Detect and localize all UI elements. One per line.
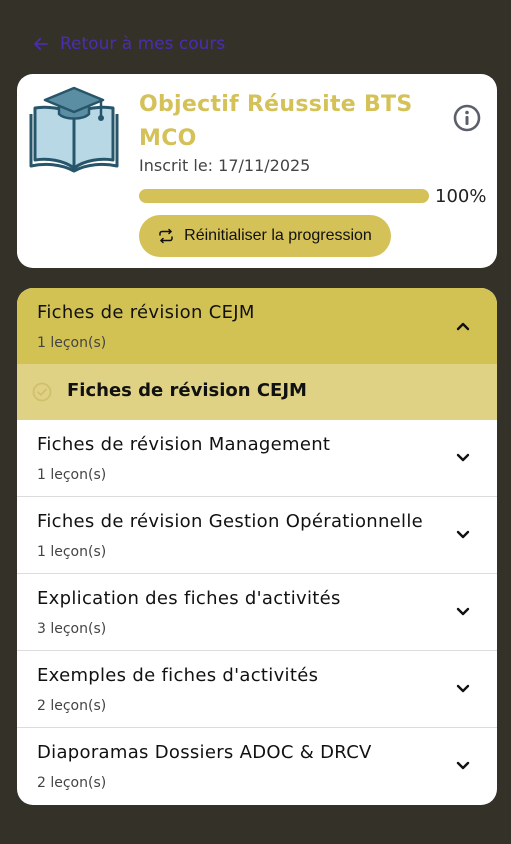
chevron-down-icon[interactable] — [455, 604, 471, 620]
section-lesson-count: 1 leçon(s) — [37, 544, 107, 560]
course-title: Objectif Réussite BTS MCO — [139, 92, 413, 151]
section-title: Explication des fiches d'activités — [37, 588, 341, 609]
section-lesson-count: 2 leçon(s) — [37, 698, 107, 714]
back-to-courses-link[interactable]: Retour à mes cours — [32, 32, 225, 56]
section-gestion-operationnelle[interactable]: Fiches de révision Gestion Opérationnell… — [17, 497, 497, 574]
reset-progress-button[interactable]: Réinitialiser la progression — [139, 215, 391, 257]
progress-fill — [139, 189, 429, 203]
chevron-down-icon[interactable] — [455, 681, 471, 697]
section-title: Fiches de révision Management — [37, 434, 331, 455]
section-lesson-count: 3 leçon(s) — [37, 621, 107, 637]
section-explication-fiches[interactable]: Explication des fiches d'activités 3 leç… — [17, 574, 497, 651]
section-management[interactable]: Fiches de révision Management 1 leçon(s) — [17, 420, 497, 497]
section-title: Fiches de révision Gestion Opérationnell… — [37, 511, 424, 532]
section-diaporamas[interactable]: Diaporamas Dossiers ADOC & DRCV 2 leçon(… — [17, 728, 497, 805]
section-title: Exemples de fiches d'activités — [37, 665, 319, 686]
info-icon[interactable] — [453, 104, 481, 132]
back-link-label: Retour à mes cours — [60, 34, 226, 54]
lesson-item[interactable]: Fiches de révision CEJM — [17, 364, 497, 420]
lesson-title: Fiches de révision CEJM — [67, 380, 307, 401]
section-cejm[interactable]: Fiches de révision CEJM 1 leçon(s) — [17, 288, 497, 364]
check-circle-icon — [32, 382, 52, 402]
progress-bar — [139, 189, 429, 203]
chevron-down-icon[interactable] — [455, 758, 471, 774]
enrollment-date: Inscrit le: 17/11/2025 — [139, 156, 311, 175]
chevron-up-icon[interactable] — [455, 318, 471, 334]
chevron-down-icon[interactable] — [455, 450, 471, 466]
section-exemples-fiches[interactable]: Exemples de fiches d'activités 2 leçon(s… — [17, 651, 497, 728]
reset-progress-label: Réinitialiser la progression — [184, 227, 372, 244]
section-lesson-count: 1 leçon(s) — [37, 467, 107, 483]
section-title: Diaporamas Dossiers ADOC & DRCV — [37, 742, 372, 763]
progress-percent: 100% — [435, 186, 487, 207]
arrow-left-icon — [34, 37, 48, 51]
graduation-book-icon — [29, 86, 119, 173]
course-card: Objectif Réussite BTS MCO Inscrit le: 17… — [17, 74, 497, 268]
chevron-down-icon[interactable] — [455, 527, 471, 543]
section-lesson-count: 1 leçon(s) — [37, 335, 107, 351]
repeat-icon — [159, 228, 173, 244]
section-lesson-count: 2 leçon(s) — [37, 775, 107, 791]
section-title: Fiches de révision CEJM — [37, 302, 255, 323]
course-sections: Fiches de révision CEJM 1 leçon(s) Fiche… — [17, 288, 497, 805]
